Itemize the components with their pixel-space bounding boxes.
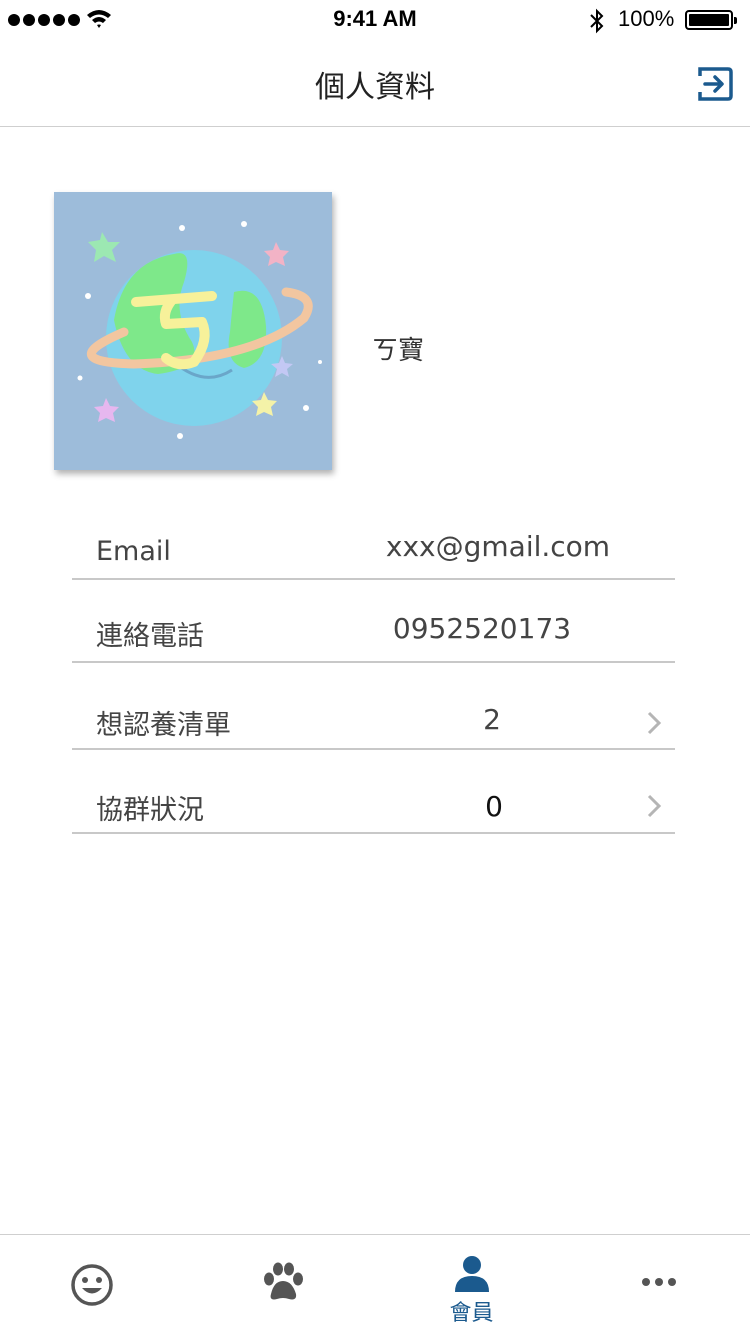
phone-label: 連絡電話 <box>96 621 204 652</box>
adoption-wishlist-count: 2 <box>483 703 501 736</box>
assist-status-row[interactable]: 協群狀況 0 <box>72 750 675 834</box>
tab-more[interactable] <box>563 1235 750 1334</box>
chevron-right-icon <box>647 711 662 735</box>
status-bar: 9:41 AM 100% <box>0 0 750 40</box>
paw-icon <box>264 1262 303 1300</box>
page-title: 個人資料 <box>315 70 435 105</box>
logout-icon[interactable] <box>696 65 734 103</box>
phone-value: 0952520173 <box>392 612 572 645</box>
email-value: xxx@gmail.com <box>385 530 611 563</box>
person-icon <box>455 1256 489 1292</box>
assist-status-count: 0 <box>485 790 503 823</box>
chevron-right-icon <box>647 794 662 818</box>
bluetooth-icon <box>590 8 604 34</box>
assist-status-label: 協群狀況 <box>96 795 204 826</box>
tab-member[interactable]: 會員 <box>378 1235 565 1334</box>
tab-member-label: 會員 <box>449 1301 494 1326</box>
email-label: Email <box>96 536 171 567</box>
battery-icon <box>685 10 737 30</box>
phone-row: 連絡電話 0952520173 <box>72 580 675 663</box>
smiley-icon <box>71 1264 113 1306</box>
more-icon <box>642 1278 676 1286</box>
avatar-illustration <box>54 192 332 470</box>
profile-info-list: Email xxx@gmail.com 連絡電話 0952520173 想認養清… <box>72 516 675 834</box>
navigation-bar: 個人資料 <box>0 40 750 127</box>
battery-percentage: 100% <box>618 6 675 31</box>
user-nickname: ㄎ寶 <box>372 336 425 366</box>
avatar[interactable] <box>54 192 332 470</box>
tab-pets[interactable] <box>187 1235 374 1334</box>
email-row: Email xxx@gmail.com <box>72 516 675 580</box>
adoption-wishlist-label: 想認養清單 <box>96 710 231 741</box>
tab-bar: 會員 <box>0 1234 750 1334</box>
tab-home[interactable] <box>0 1235 187 1334</box>
adoption-wishlist-row[interactable]: 想認養清單 2 <box>72 663 675 750</box>
